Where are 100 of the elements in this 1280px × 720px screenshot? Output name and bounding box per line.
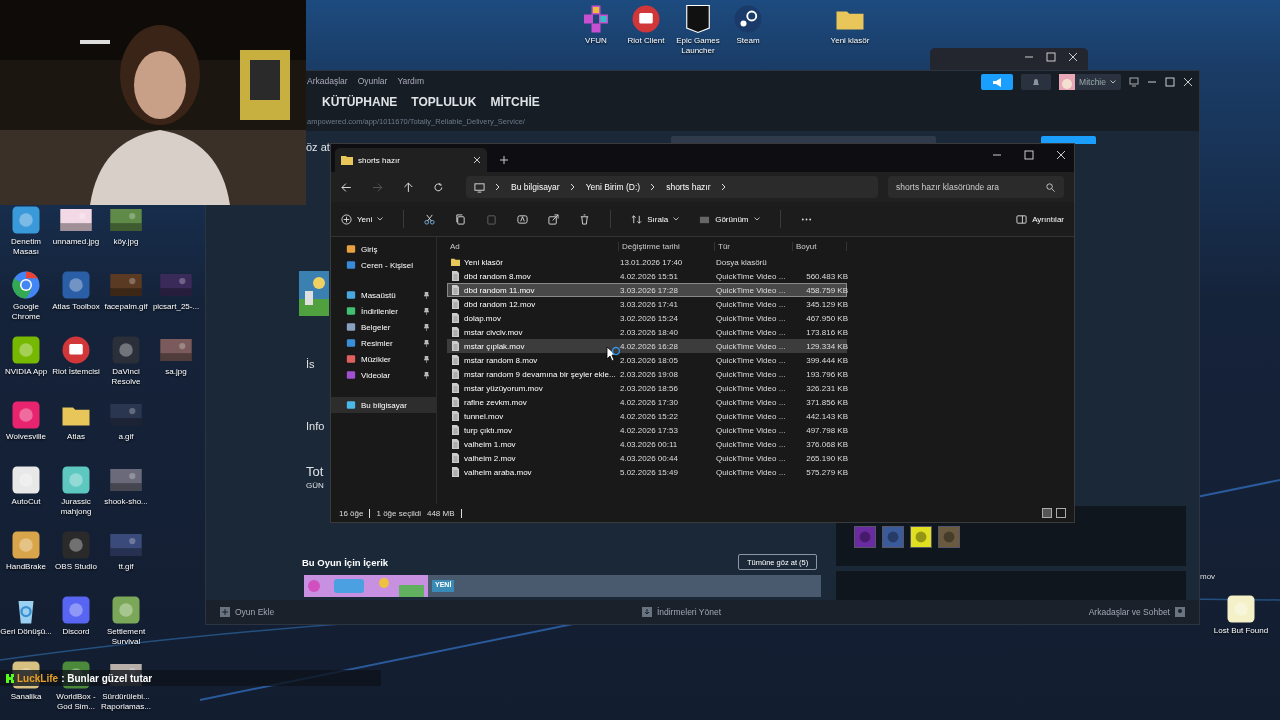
file-row[interactable]: dolap.mov 3.02.2026 15:24 QuickTime Video ... 467.950 KB [447, 311, 847, 325]
file-name: Yeni klasör [464, 257, 503, 267]
file-name: valheim 1.mov [464, 439, 516, 449]
size-cell-text: 371.856 KB [805, 397, 848, 407]
sidebar-item[interactable]: Giriş [331, 241, 436, 257]
sidebar-item[interactable]: Ceren - Kişisel [331, 257, 436, 273]
type-cell-text: QuickTime Video ... [716, 341, 787, 351]
sort-button[interactable]: Sırala [631, 213, 680, 225]
date-cell-text: 2.03.2026 18:40 [620, 327, 679, 337]
nav-tab[interactable]: MİTCHİE [490, 95, 540, 109]
type-cell-text: QuickTime Video ... [716, 369, 787, 379]
size-cell-text: 399.444 KB [805, 355, 848, 365]
window-tab[interactable]: shorts hazır [335, 148, 487, 172]
desktop-icon-label[interactable]: Yeni klasör [822, 36, 878, 46]
file-row[interactable]: mstar random 8.mov 2.03.2026 18:05 QuickTime Video ... 399.444 KB [447, 353, 847, 367]
menu-item[interactable]: Oyunlar [357, 76, 388, 86]
chat-message: : Bunlar güzel tutar [61, 672, 153, 684]
file-row[interactable]: valheim 2.mov 4.03.2026 00:44 QuickTime Video ... 265.190 KB [447, 451, 847, 465]
date-cell-text: 2.03.2026 19:08 [620, 369, 679, 379]
desktop-icon-label[interactable]: Geri Dönüşü... [0, 627, 54, 637]
details-button[interactable]: Ayrıntılar [1016, 213, 1064, 225]
type-cell-text: QuickTime Video ... [716, 411, 787, 421]
desktop-icon-label[interactable]: Sanalika [0, 692, 54, 702]
desktop-icon-label[interactable]: Settlement Survival [98, 627, 154, 647]
breadcrumb-item[interactable]: Yeni Birim (D:) [585, 182, 641, 192]
downloads-button[interactable]: İndirmeleri Yönet [635, 606, 727, 618]
file-row[interactable]: dbd random 12.mov 3.03.2026 17:41 QuickTime Video ... 345.129 KB [447, 297, 847, 311]
file-row[interactable]: mstar çıplak.mov 4.02.2026 16:28 QuickTime Video ... 129.334 KB [447, 339, 847, 353]
file-row[interactable]: mstar random 9 devamına bir şeyler ekle... 2.03.2026 19:08 QuickTime Video ... 193.796 KB [447, 367, 847, 381]
selection-size: 448 MB [426, 508, 455, 518]
file-row[interactable]: rafine zevkm.mov 4.02.2026 17:30 QuickTime Video ... 371.856 KB [447, 395, 847, 409]
breadcrumb-item[interactable]: Bu bilgisayar [511, 182, 560, 192]
sidebar-item[interactable]: Videolar [331, 367, 436, 383]
file-row[interactable]: mstar yüzüyorum.mov 2.03.2026 18:56 QuickTime Video ... 326.231 KB [447, 381, 847, 395]
column-header[interactable]: Tür [715, 241, 793, 251]
column-header[interactable]: Değiştirme tarihi [619, 241, 715, 251]
file-row[interactable]: dbd random 8.mov 4.02.2026 15:51 QuickTime Video ... 560.483 KB [447, 269, 847, 283]
new-button[interactable]: Yeni [341, 213, 384, 225]
file-name: mstar random 9 devamına bir şeyler ekle... [464, 369, 616, 379]
file-name: mstar çıplak.mov [464, 341, 525, 351]
sidebar-item[interactable]: Masaüstü [331, 287, 436, 303]
type-cell-text: QuickTime Video ... [716, 453, 787, 463]
file-name: mstar yüzüyorum.mov [464, 383, 543, 393]
file-name: rafine zevkm.mov [464, 397, 527, 407]
file-row[interactable]: mstar civciv.mov 2.03.2026 18:40 QuickTime Video ... 173.816 KB [447, 325, 847, 339]
nav-tab[interactable]: KÜTÜPHANE [322, 95, 398, 109]
desktop-icon-label[interactable]: Lost But Found [1213, 626, 1269, 636]
file-row[interactable]: valheim 1.mov 4.03.2026 00:11 QuickTime Video ... 376.068 KB [447, 437, 847, 451]
type-cell-text: QuickTime Video ... [716, 299, 787, 309]
section-title: Bu Oyun İçin İçerik [302, 557, 389, 568]
sidebar-item[interactable]: Belgeler [331, 319, 436, 335]
menu-item[interactable]: Arkadaşlar [307, 76, 348, 86]
address-bar[interactable]: Bu bilgisayar Yeni Birim (D:) shorts hazır [466, 176, 878, 198]
file-row[interactable]: Yeni klasör 13.01.2026 17:40 Dosya klasörü [447, 255, 847, 269]
chat-username: LuckLife [17, 672, 59, 684]
column-header[interactable]: Ad [447, 241, 619, 251]
file-name: valheim araba.mov [464, 467, 532, 477]
type-cell-text: QuickTime Video ... [716, 313, 787, 323]
menu-item[interactable]: Yardım [397, 76, 425, 86]
nav-tab[interactable]: TOPLULUK [411, 95, 477, 109]
desktop-icon-label[interactable]: Sürdürülebi... Raporlamas... [98, 692, 154, 712]
page-text: İs [306, 358, 315, 370]
type-cell-text: QuickTime Video ... [716, 271, 787, 281]
desktop-icon-label[interactable]: Atlas Toolbox [48, 302, 104, 312]
date-cell-text: 4.02.2026 15:51 [620, 271, 679, 281]
desktop-icon-label[interactable]: sa.jpg [148, 367, 204, 377]
page-text: öz at [306, 141, 330, 153]
item-count: 16 öğe [339, 508, 364, 518]
date-cell-text: 4.02.2026 16:28 [620, 341, 679, 351]
sidebar-item[interactable]: İndirilenler [331, 303, 436, 319]
date-cell-text: 4.03.2026 00:11 [620, 439, 679, 449]
size-cell-text: 265.190 KB [805, 453, 848, 463]
breadcrumb-item[interactable]: shorts hazır [666, 182, 711, 192]
sidebar-item[interactable]: Resimler [331, 335, 436, 351]
file-name: dbd random 11.mov [464, 285, 535, 295]
file-name: dbd random 12.mov [464, 299, 536, 309]
date-cell-text: 4.02.2026 15:22 [620, 411, 679, 421]
date-cell-text: 4.03.2026 00:44 [620, 453, 679, 463]
desktop-icon-label[interactable]: mov [1200, 572, 1216, 581]
size-cell-text: 193.796 KB [805, 369, 848, 379]
sidebar-item[interactable]: Bu bilgisayar [331, 397, 436, 413]
selection-count: 1 öğe seçildi [376, 508, 421, 518]
size-cell-text: 458.759 KB [805, 285, 848, 295]
file-row[interactable]: valheim araba.mov 5.02.2026 15:49 QuickTime Video ... 575.279 KB [447, 465, 847, 479]
file-row[interactable]: dbd random 11.mov 3.03.2026 17:28 QuickTime Video ... 458.759 KB [447, 283, 847, 297]
view-button[interactable]: Görünüm [699, 213, 760, 225]
date-cell-text: 13.01.2026 17:40 [620, 257, 684, 267]
file-name: tunnel.mov [464, 411, 504, 421]
user-menu-button[interactable]: Mitchie [1059, 74, 1121, 90]
add-game-button[interactable]: Oyun Ekle [214, 606, 281, 618]
date-cell-text: 3.02.2026 15:24 [620, 313, 679, 323]
type-cell-text: QuickTime Video ... [716, 383, 787, 393]
sidebar-item[interactable]: Müzikler [331, 351, 436, 367]
date-cell-text: 4.02.2026 17:53 [620, 425, 679, 435]
file-row[interactable]: tunnel.mov 4.02.2026 15:22 QuickTime Video ... 442.143 KB [447, 409, 847, 423]
friends-chat-button[interactable]: Arkadaşlar ve Sohbet [1082, 606, 1191, 618]
desktop-icon-label[interactable]: picsart_25-... [148, 302, 204, 312]
file-row[interactable]: turp çıktı.mov 4.02.2026 17:53 QuickTime Video ... 497.798 KB [447, 423, 847, 437]
column-header[interactable]: Boyut [793, 241, 847, 251]
search-field[interactable]: shorts hazır klasöründe ara [888, 176, 1064, 198]
